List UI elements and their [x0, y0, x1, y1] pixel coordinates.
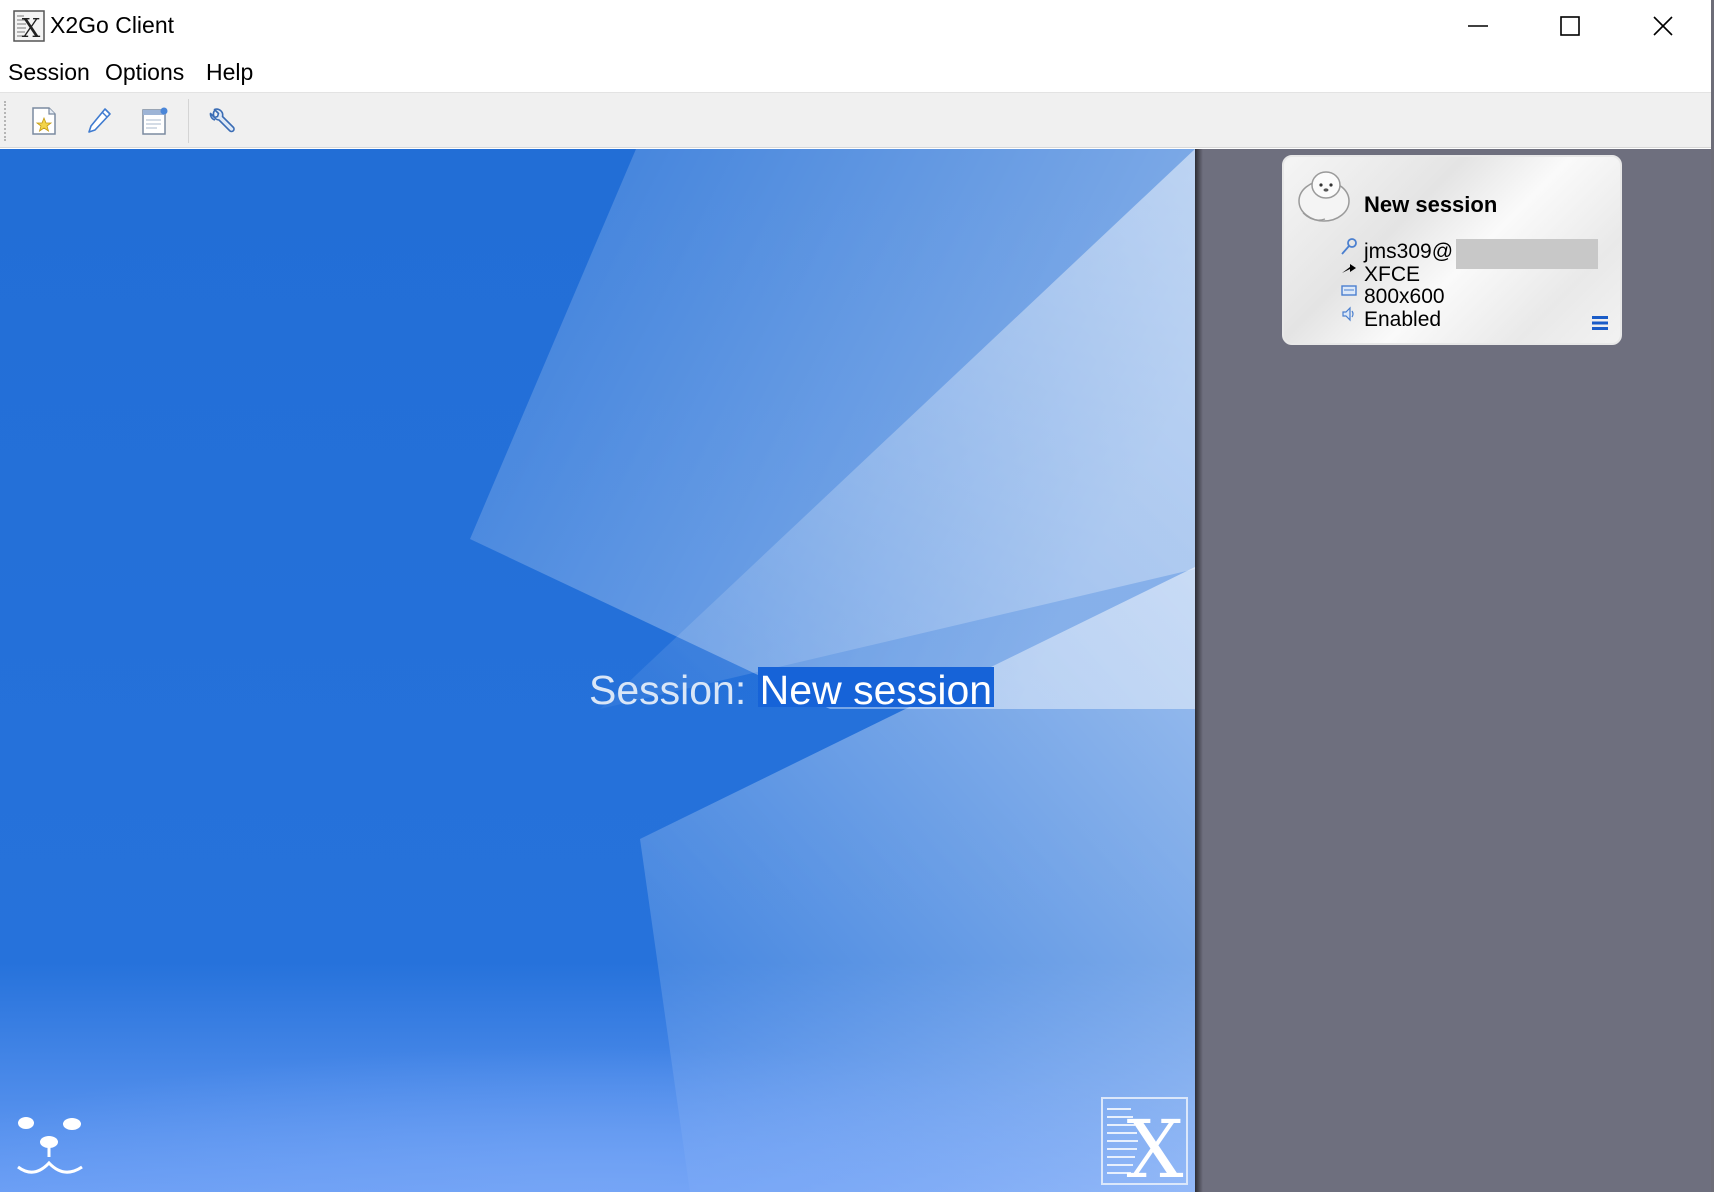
close-button[interactable]: [1617, 0, 1709, 52]
new-session-icon: [32, 107, 56, 135]
toolbar-grip[interactable]: [4, 101, 7, 141]
svg-text:X: X: [22, 14, 41, 42]
pane-divider: [1195, 149, 1203, 1192]
menu-bar: Session Options Help: [0, 52, 1714, 92]
seal-avatar-icon: [1298, 171, 1350, 222]
close-icon: [1653, 16, 1673, 36]
x2go-app-icon: X: [13, 10, 45, 42]
menu-help[interactable]: Help: [206, 59, 253, 86]
session-card-desktop: XFCE: [1364, 263, 1421, 286]
menu-icon[interactable]: [1591, 315, 1609, 331]
maximize-icon: [1560, 16, 1580, 36]
svg-text:X: X: [1127, 1103, 1184, 1185]
session-name-value[interactable]: New session: [757, 667, 995, 707]
x2go-seal-face-icon: [17, 1117, 83, 1174]
wrench-icon: [209, 108, 235, 133]
title-bar: X X2Go Client: [0, 0, 1714, 52]
menu-options[interactable]: Options: [105, 59, 184, 86]
minimize-button[interactable]: [1432, 0, 1524, 52]
pencil-icon: [88, 108, 111, 133]
session-prefix: Session:: [589, 667, 747, 707]
display-icon: [1341, 285, 1357, 296]
minimize-icon: [1468, 25, 1488, 27]
session-preview-pane: Session: New session X: [0, 149, 1195, 1192]
redacted-host: [1456, 239, 1598, 269]
preferences-button[interactable]: [201, 101, 241, 141]
toolbar: [0, 92, 1714, 148]
session-card-resolution: 800x600: [1364, 285, 1445, 308]
new-session-button[interactable]: [24, 101, 64, 141]
menu-session[interactable]: Session: [8, 59, 90, 86]
x2go-logo-icon: X: [1101, 1097, 1188, 1185]
speaker-icon: [1342, 306, 1354, 322]
session-properties-button[interactable]: [135, 101, 175, 141]
toolbar-separator: [188, 99, 189, 143]
session-card-user: jms309@: [1364, 240, 1454, 263]
session-properties-icon: [142, 107, 168, 135]
arrow-icon: [1342, 264, 1356, 273]
session-card-title: New session: [1364, 192, 1498, 217]
session-card-sound: Enabled: [1364, 308, 1442, 331]
key-icon: [1341, 238, 1357, 255]
window-title: X2Go Client: [50, 12, 175, 38]
maximize-button[interactable]: [1524, 0, 1616, 52]
edit-session-button[interactable]: [79, 101, 119, 141]
session-card[interactable]: New session jms309@ XFCE 800x600 Enabled: [1282, 155, 1622, 345]
session-name-label: Session: New session: [589, 661, 995, 707]
